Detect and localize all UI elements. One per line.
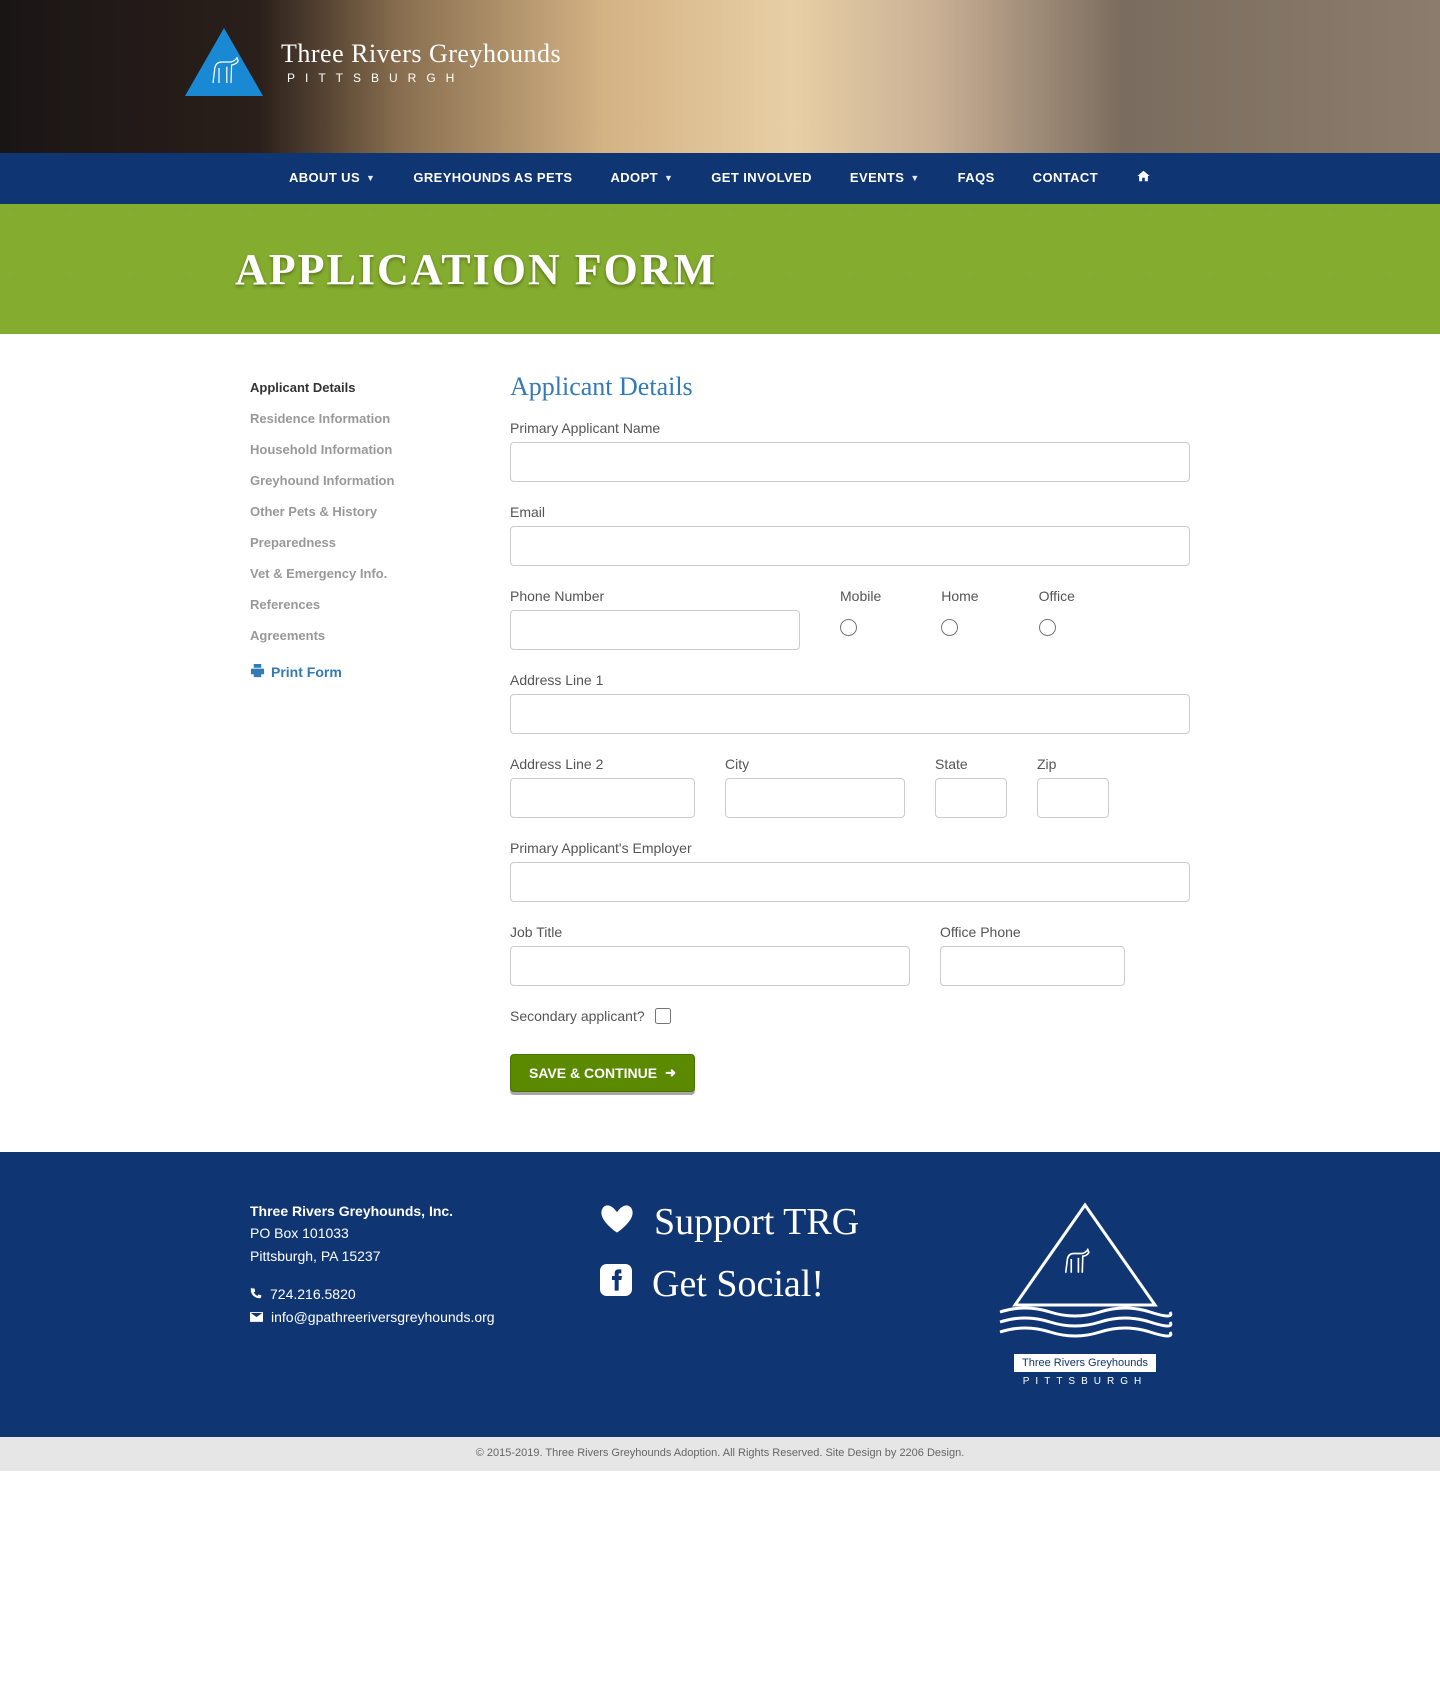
city-input[interactable]	[725, 778, 905, 818]
label-addr2: Address Line 2	[510, 756, 695, 772]
step-references[interactable]: References	[250, 589, 480, 620]
chevron-down-icon: ▼	[366, 173, 375, 183]
home-icon	[1136, 169, 1151, 186]
label-phone: Phone Number	[510, 588, 800, 604]
footer-email-link[interactable]: info@gpathreeriversgreyhounds.org	[271, 1306, 495, 1328]
footer-logo-name: Three Rivers Greyhounds	[1014, 1354, 1156, 1372]
job-title-input[interactable]	[510, 946, 910, 986]
print-form-label: Print Form	[271, 664, 342, 680]
form-main: Applicant Details Primary Applicant Name…	[510, 372, 1190, 1092]
step-greyhound-info[interactable]: Greyhound Information	[250, 465, 480, 496]
label-employer: Primary Applicant's Employer	[510, 840, 1190, 856]
phone-input[interactable]	[510, 610, 800, 650]
phone-office-radio[interactable]	[1039, 619, 1056, 636]
logo-text: Three Rivers Greyhounds PITTSBURGH	[281, 39, 561, 85]
label-job-title: Job Title	[510, 924, 910, 940]
support-trg-label: Support TRG	[654, 1200, 859, 1244]
office-phone-input[interactable]	[940, 946, 1125, 986]
design-credit-link[interactable]: 2206 Design.	[899, 1447, 964, 1459]
section-heading: Applicant Details	[510, 372, 1190, 402]
zip-input[interactable]	[1037, 778, 1109, 818]
label-primary-name: Primary Applicant Name	[510, 420, 1190, 436]
step-residence[interactable]: Residence Information	[250, 403, 480, 434]
state-input[interactable]	[935, 778, 1007, 818]
email-input[interactable]	[510, 526, 1190, 566]
site-logo[interactable]: Three Rivers Greyhounds PITTSBURGH	[185, 28, 561, 96]
print-form-link[interactable]: Print Form	[250, 663, 342, 681]
nav-adopt-label: ADOPT	[610, 170, 658, 185]
get-social-link[interactable]: Get Social!	[600, 1262, 930, 1306]
nav-events[interactable]: EVENTS ▼	[850, 170, 920, 185]
page-banner: APPLICATION FORM	[0, 204, 1440, 334]
nav-adopt[interactable]: ADOPT ▼	[610, 170, 673, 185]
phone-mobile-radio[interactable]	[840, 619, 857, 636]
nav-about[interactable]: ABOUT US ▼	[289, 170, 375, 185]
logo-triangle-icon	[185, 28, 263, 96]
chevron-down-icon: ▼	[664, 173, 673, 183]
arrow-right-icon: ➜	[665, 1065, 676, 1081]
org-name: Three Rivers Greyhounds	[281, 39, 561, 69]
footer-logo-city: PITTSBURGH	[990, 1376, 1180, 1387]
label-state: State	[935, 756, 1007, 772]
step-other-pets[interactable]: Other Pets & History	[250, 496, 480, 527]
nav-home[interactable]	[1136, 169, 1151, 186]
site-footer: Three Rivers Greyhounds, Inc. PO Box 101…	[0, 1152, 1440, 1437]
step-agreements[interactable]: Agreements	[250, 620, 480, 651]
label-secondary-applicant: Secondary applicant?	[510, 1008, 645, 1024]
label-zip: Zip	[1037, 756, 1109, 772]
employer-input[interactable]	[510, 862, 1190, 902]
step-vet-emergency[interactable]: Vet & Emergency Info.	[250, 558, 480, 589]
envelope-icon	[250, 1306, 263, 1328]
footer-po: PO Box 101033	[250, 1222, 550, 1244]
secondary-applicant-checkbox[interactable]	[655, 1008, 671, 1024]
get-social-label: Get Social!	[652, 1262, 824, 1306]
form-steps: Applicant Details Residence Information …	[250, 372, 480, 651]
footer-org: Three Rivers Greyhounds, Inc.	[250, 1200, 550, 1222]
step-applicant-details[interactable]: Applicant Details	[250, 372, 480, 403]
heart-icon	[600, 1200, 634, 1244]
form-sidebar: Applicant Details Residence Information …	[250, 372, 510, 1092]
copyright-bar: © 2015-2019. Three Rivers Greyhounds Ado…	[0, 1437, 1440, 1471]
footer-citystate: Pittsburgh, PA 15237	[250, 1245, 550, 1267]
org-city: PITTSBURGH	[287, 71, 561, 85]
nav-faqs[interactable]: FAQS	[958, 170, 995, 185]
label-addr1: Address Line 1	[510, 672, 1190, 688]
nav-about-label: ABOUT US	[289, 170, 360, 185]
label-email: Email	[510, 504, 1190, 520]
label-city: City	[725, 756, 905, 772]
main-nav: ABOUT US ▼ GREYHOUNDS AS PETS ADOPT ▼ GET …	[0, 153, 1440, 204]
save-continue-label: SAVE & CONTINUE	[529, 1065, 657, 1081]
step-household[interactable]: Household Information	[250, 434, 480, 465]
phone-icon	[250, 1283, 262, 1305]
label-phone-home: Home	[941, 588, 978, 604]
nav-greyhounds-as-pets[interactable]: GREYHOUNDS AS PETS	[413, 170, 572, 185]
facebook-icon	[600, 1262, 632, 1306]
phone-home-radio[interactable]	[941, 619, 958, 636]
primary-name-input[interactable]	[510, 442, 1190, 482]
footer-address: Three Rivers Greyhounds, Inc. PO Box 101…	[250, 1200, 550, 1328]
page-title: APPLICATION FORM	[235, 244, 717, 295]
hero-banner: Three Rivers Greyhounds PITTSBURGH	[0, 0, 1440, 153]
label-phone-office: Office	[1039, 588, 1075, 604]
save-continue-button[interactable]: SAVE & CONTINUE ➜	[510, 1054, 695, 1092]
label-office-phone: Office Phone	[940, 924, 1125, 940]
label-phone-mobile: Mobile	[840, 588, 881, 604]
nav-contact[interactable]: CONTACT	[1033, 170, 1098, 185]
nav-get-involved[interactable]: GET INVOLVED	[711, 170, 812, 185]
support-trg-link[interactable]: Support TRG	[600, 1200, 930, 1244]
nav-events-label: EVENTS	[850, 170, 904, 185]
addr2-input[interactable]	[510, 778, 695, 818]
copyright-text: © 2015-2019. Three Rivers Greyhounds Ado…	[476, 1447, 900, 1459]
footer-phone: 724.216.5820	[270, 1283, 356, 1305]
footer-logo: Three Rivers Greyhounds PITTSBURGH	[990, 1200, 1180, 1387]
step-preparedness[interactable]: Preparedness	[250, 527, 480, 558]
chevron-down-icon: ▼	[910, 173, 919, 183]
print-icon	[250, 663, 265, 681]
addr1-input[interactable]	[510, 694, 1190, 734]
